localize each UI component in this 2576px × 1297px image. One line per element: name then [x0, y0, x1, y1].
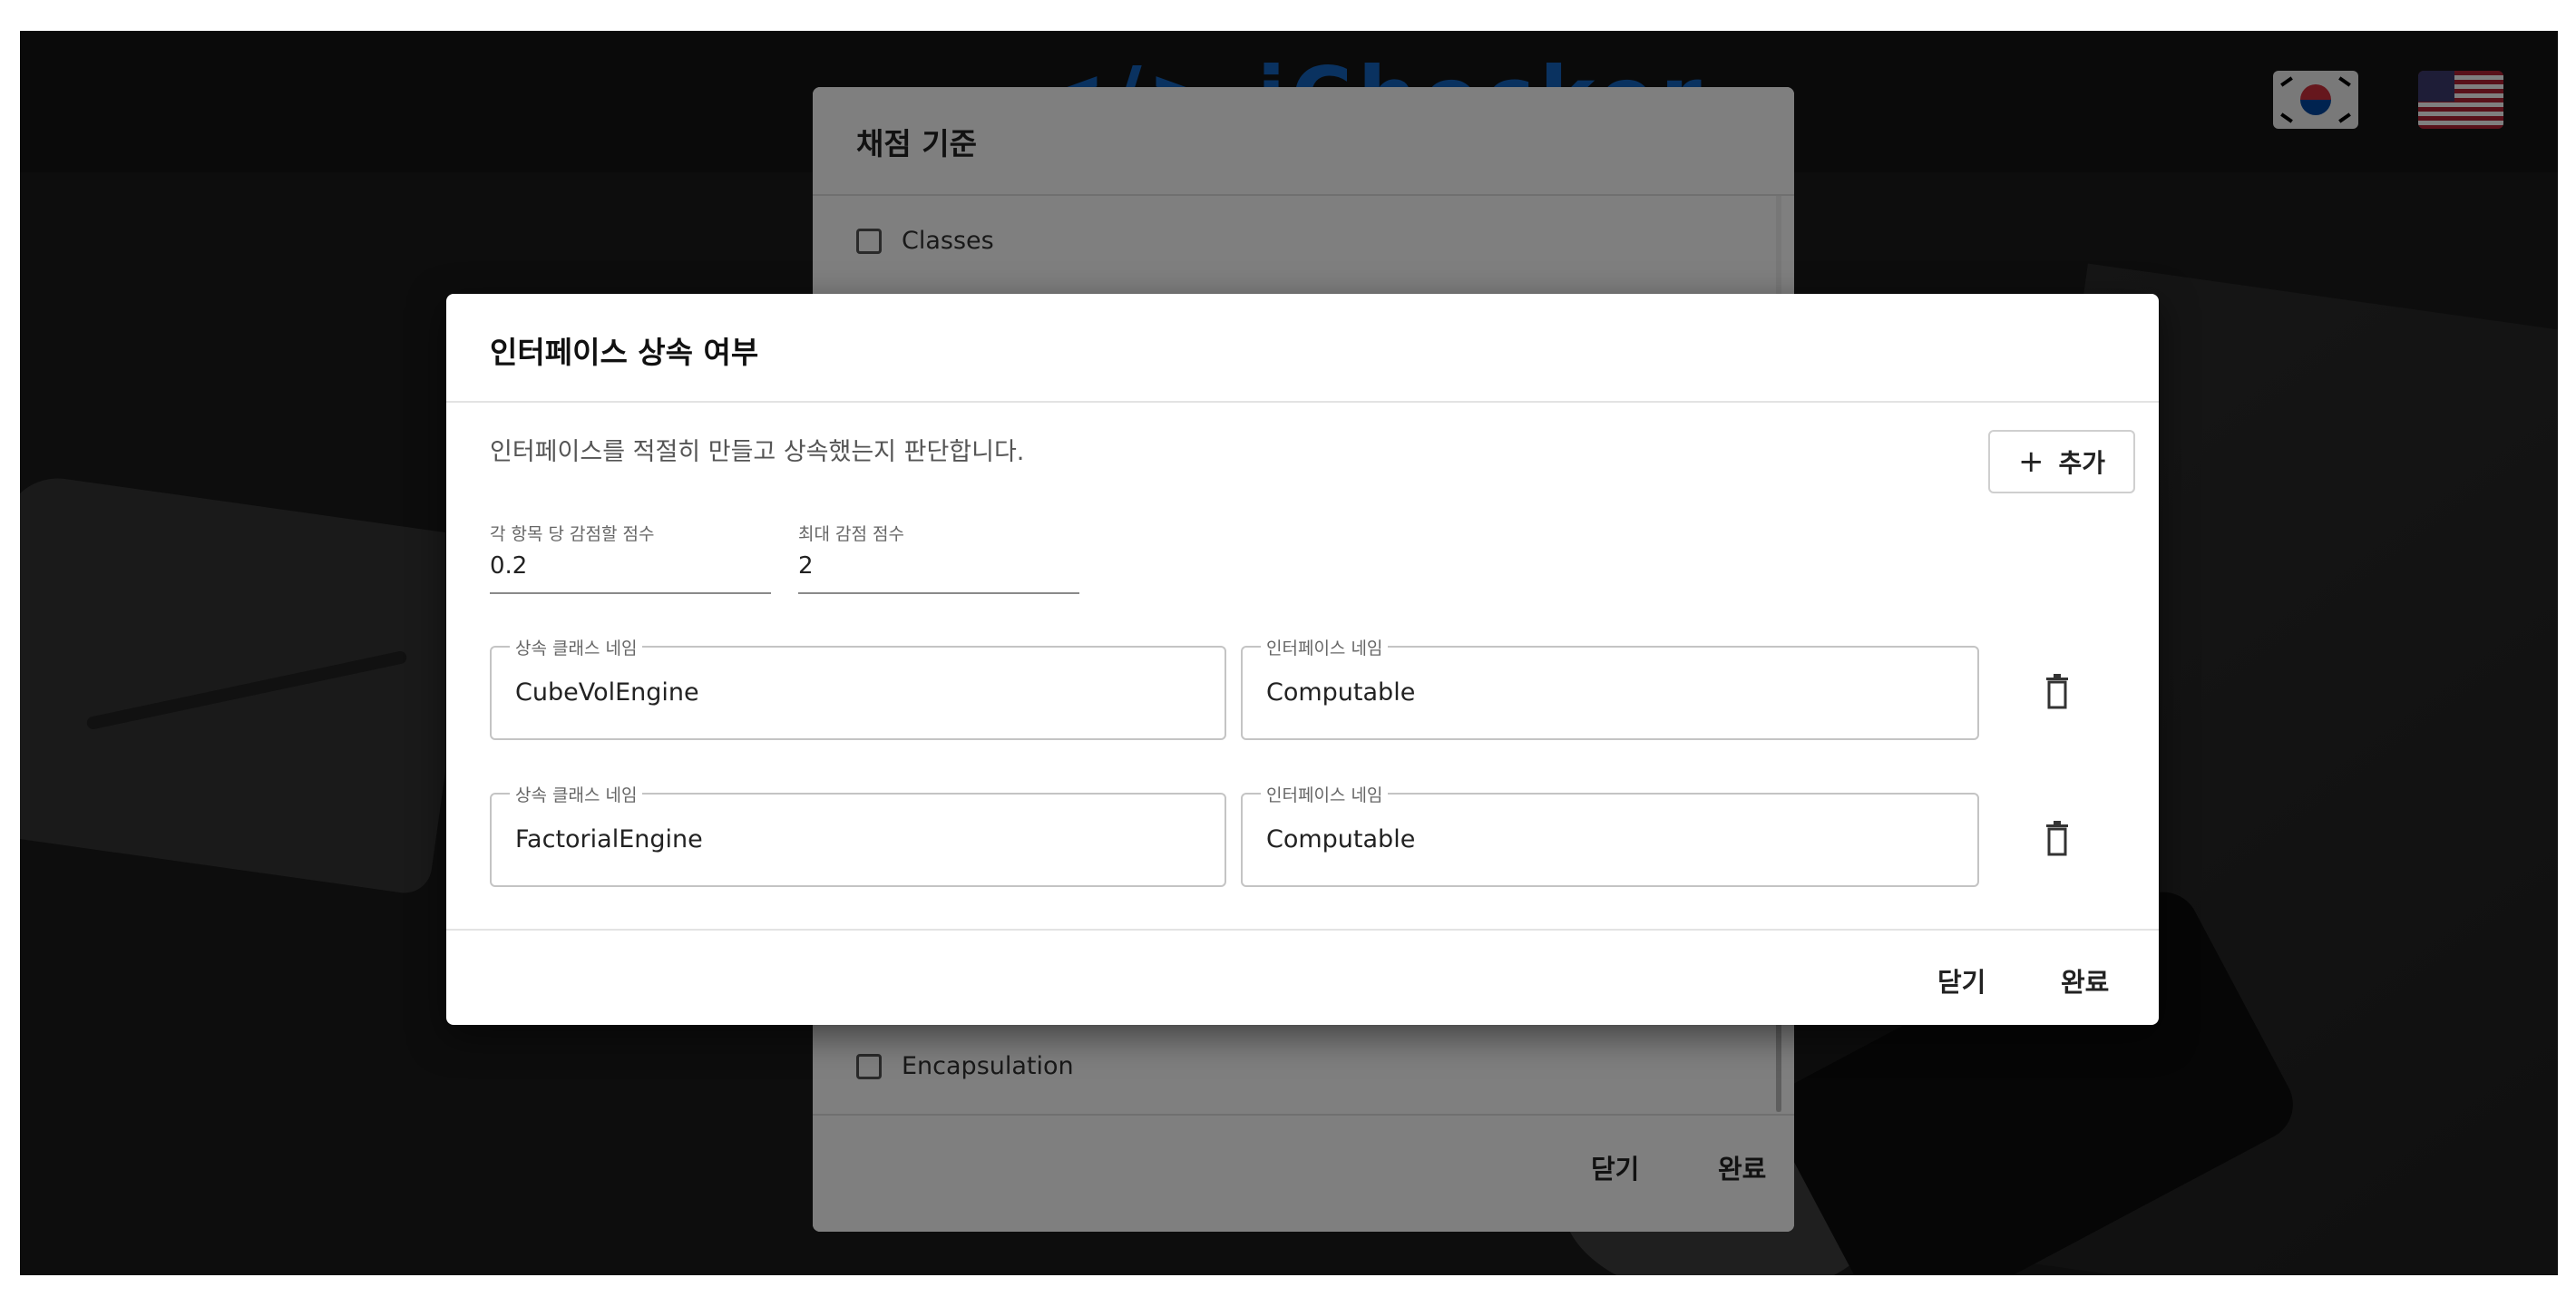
max-deduct-input[interactable]: 2: [798, 552, 1079, 594]
app-frame: </> iChecker 채점 기준 Classes Encapsulation…: [20, 31, 2558, 1275]
dialog-description: 인터페이스를 적절히 만들고 상속했는지 판단합니다.: [490, 438, 1025, 466]
interface-name-input[interactable]: Computable: [1266, 825, 1415, 853]
field-label: 인터페이스 네임: [1261, 635, 1389, 659]
field-label: 인터페이스 네임: [1261, 782, 1389, 806]
interface-name-input[interactable]: Computable: [1266, 678, 1415, 707]
add-button-label: 추가: [2058, 448, 2106, 478]
class-name-field[interactable]: 상속 클래스 네임 CubeVolEngine: [490, 635, 1226, 740]
field-label: 각 항목 당 감점할 점수: [490, 524, 655, 544]
max-deduct-field[interactable]: 최대 감점 점수 2: [798, 521, 1079, 594]
field-label: 상속 클래스 네임: [510, 782, 643, 806]
dialog-divider: [446, 929, 2159, 931]
dialog-title: 인터페이스 상속 여부: [490, 335, 759, 370]
deduct-per-item-input[interactable]: 0.2: [490, 552, 771, 594]
plus-icon: +: [2017, 444, 2044, 480]
done-button[interactable]: 완료: [2061, 961, 2109, 1000]
class-name-input[interactable]: CubeVolEngine: [515, 678, 699, 707]
interface-inheritance-dialog: 인터페이스 상속 여부 인터페이스를 적절히 만들고 상속했는지 판단합니다. …: [446, 294, 2159, 1025]
delete-row-icon[interactable]: [2044, 673, 2070, 709]
class-name-input[interactable]: FactorialEngine: [515, 825, 703, 853]
deduct-per-item-field[interactable]: 각 항목 당 감점할 점수 0.2: [490, 521, 771, 594]
dialog-divider: [446, 401, 2159, 403]
delete-row-icon[interactable]: [2044, 820, 2070, 856]
field-label: 상속 클래스 네임: [510, 635, 643, 659]
add-button[interactable]: + 추가: [1988, 430, 2135, 493]
interface-name-field[interactable]: 인터페이스 네임 Computable: [1241, 782, 1979, 887]
interface-name-field[interactable]: 인터페이스 네임 Computable: [1241, 635, 1979, 740]
class-name-field[interactable]: 상속 클래스 네임 FactorialEngine: [490, 782, 1226, 887]
field-label: 최대 감점 점수: [798, 524, 904, 544]
close-button[interactable]: 닫기: [1937, 961, 1986, 1000]
